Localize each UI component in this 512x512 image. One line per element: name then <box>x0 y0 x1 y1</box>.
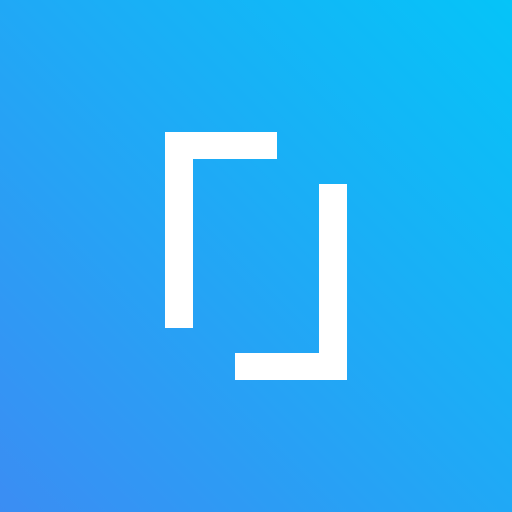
bottom-right-bracket-bar <box>235 353 347 380</box>
bottom-right-bracket-stem <box>319 184 347 380</box>
app-icon-canvas <box>0 0 512 512</box>
gradient-background <box>0 0 512 512</box>
top-left-bracket-stem <box>165 132 193 328</box>
app-icon-graphic <box>0 0 512 512</box>
